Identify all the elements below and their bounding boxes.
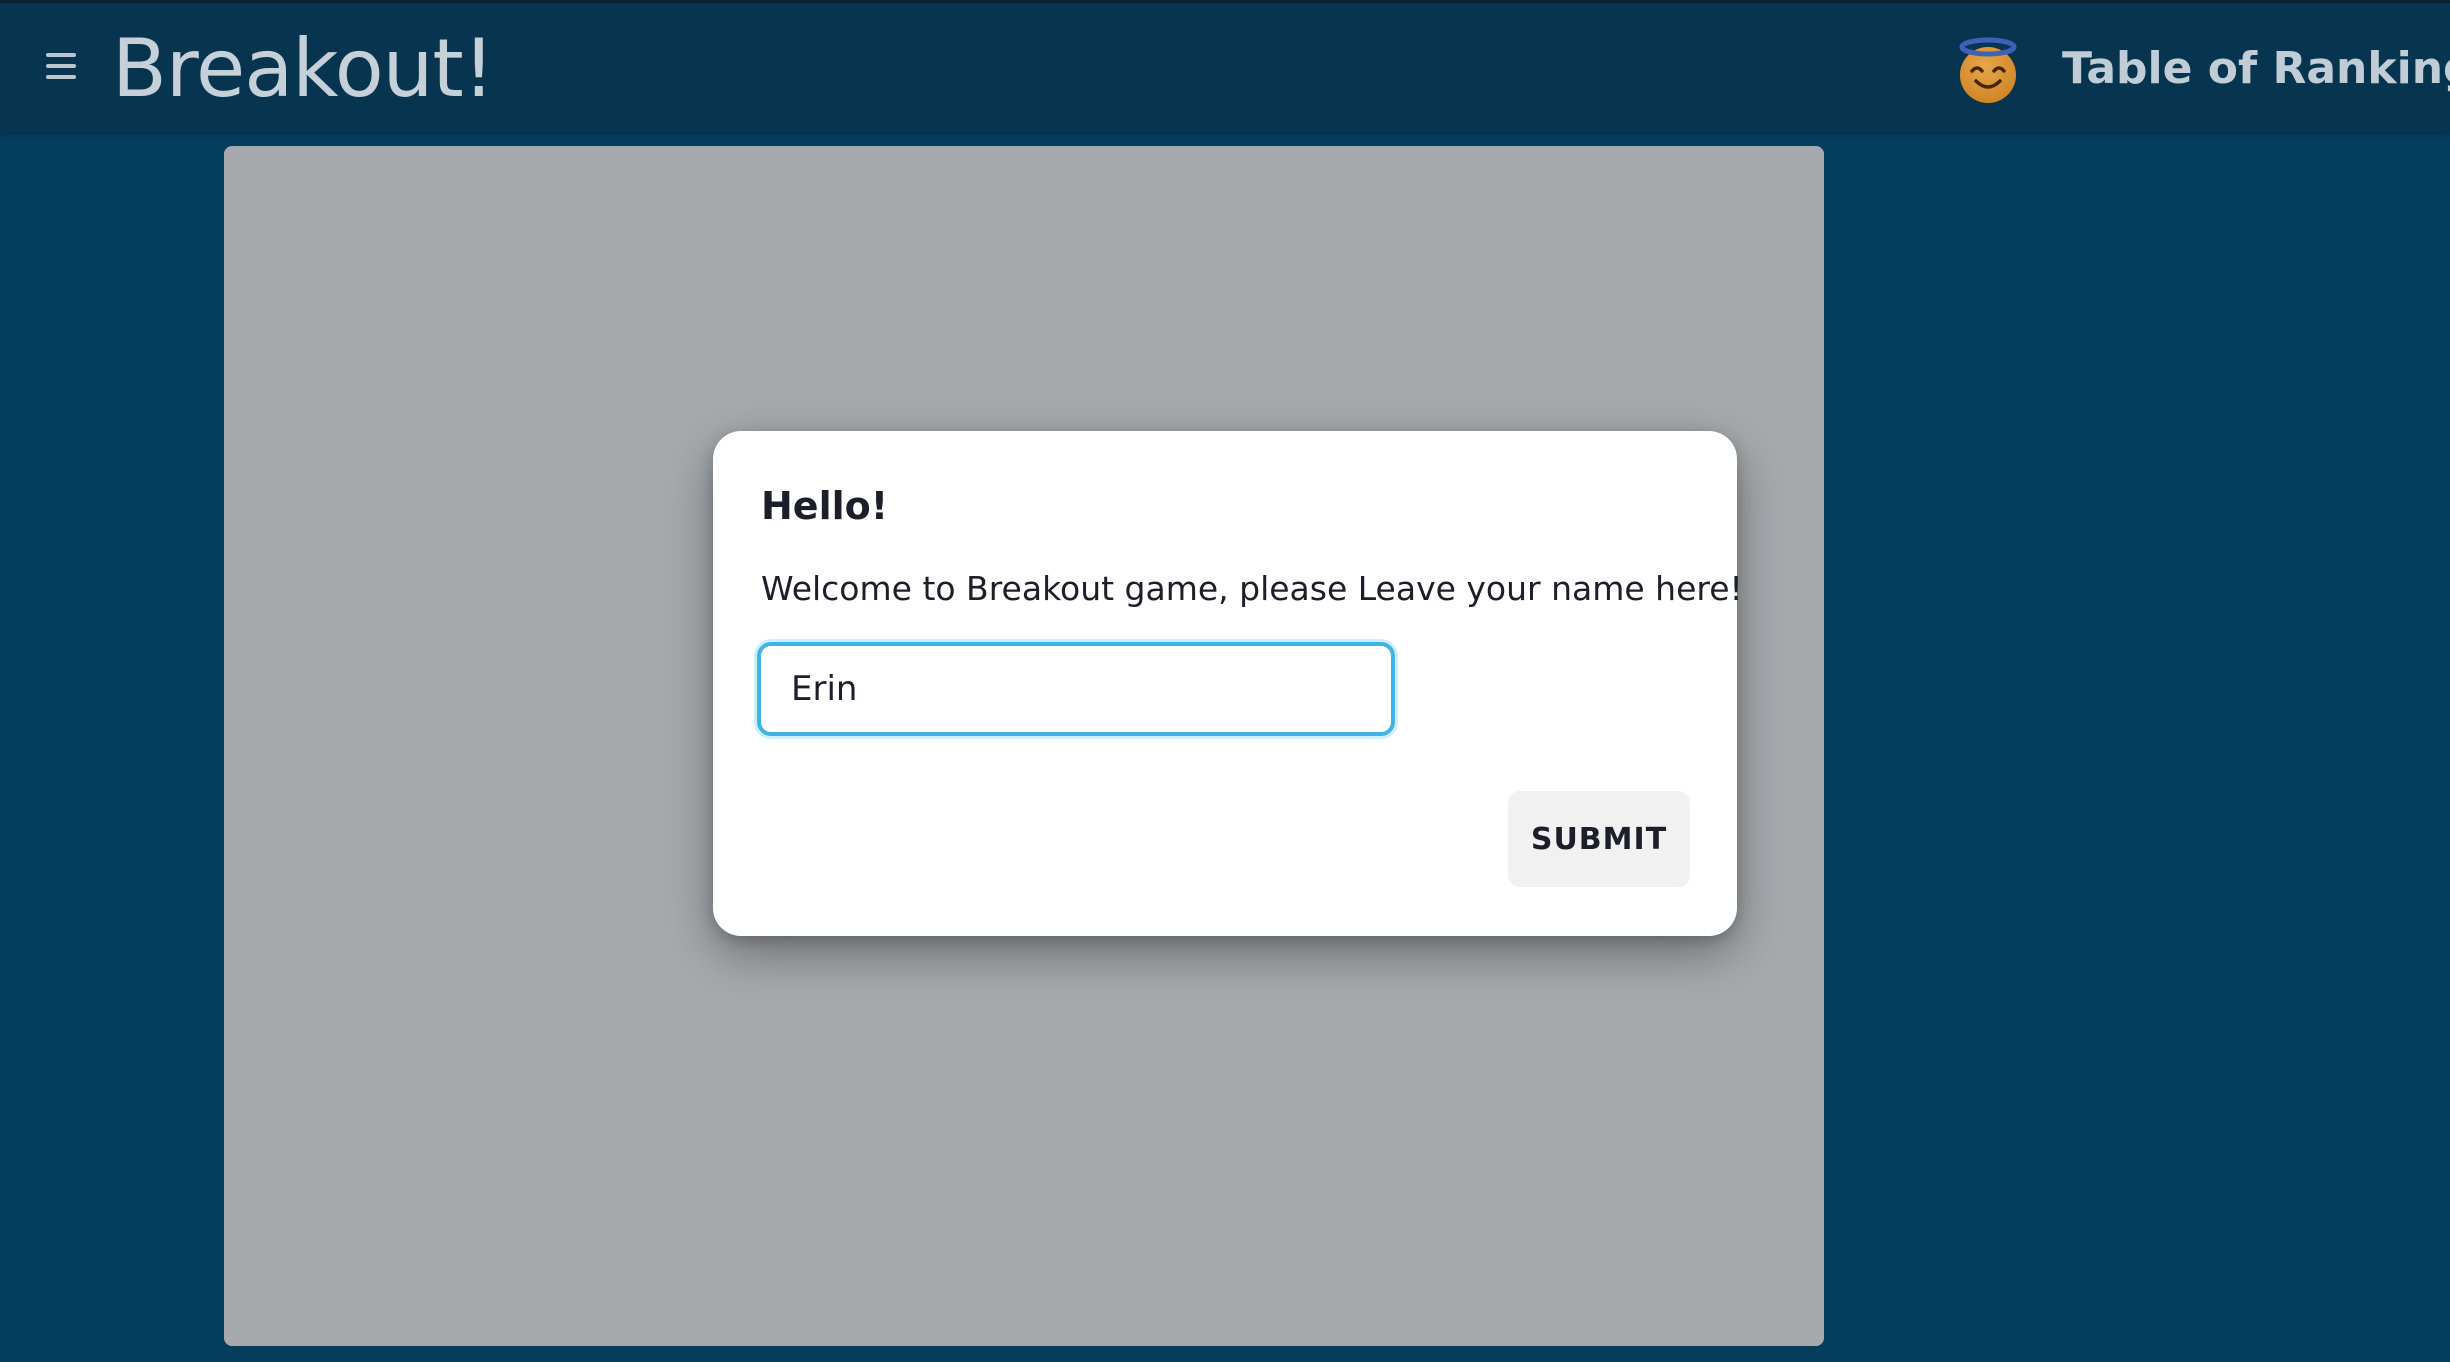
table-of-ranking-link[interactable]: Table of Ranking bbox=[2062, 43, 2450, 95]
dialog-message: Welcome to Breakout game, please Leave y… bbox=[761, 569, 1743, 608]
hamburger-menu-icon[interactable] bbox=[46, 53, 80, 81]
top-bar: Breakout! Table of Ranking bbox=[0, 0, 2450, 132]
dialog-title: Hello! bbox=[761, 484, 889, 528]
submit-button[interactable]: SUBMIT bbox=[1508, 791, 1690, 887]
app-title: Breakout! bbox=[112, 22, 495, 115]
name-dialog: Hello! Welcome to Breakout game, please … bbox=[713, 431, 1743, 936]
smiling-face-with-halo-icon bbox=[1959, 37, 2017, 103]
name-input[interactable] bbox=[757, 642, 1395, 736]
